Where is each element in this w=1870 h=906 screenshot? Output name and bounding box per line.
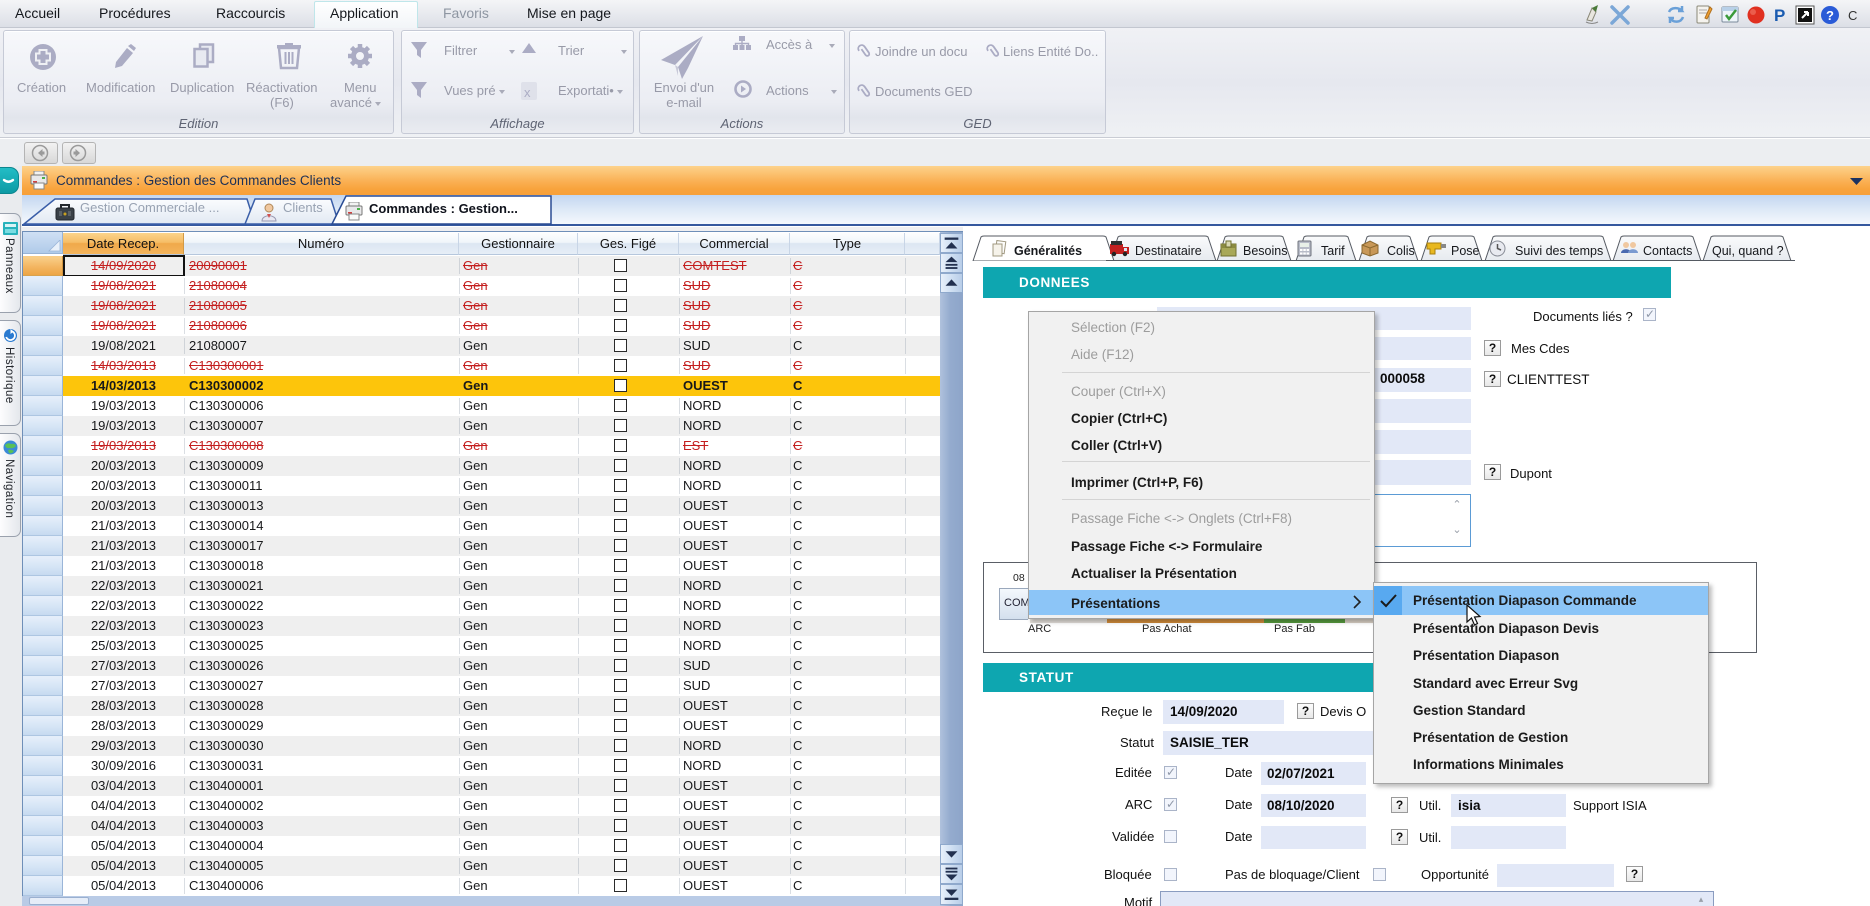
svg-text:?: ? xyxy=(1826,8,1834,23)
svg-text:x: x xyxy=(524,85,531,100)
svg-text:C: C xyxy=(1848,8,1857,23)
svg-text:P: P xyxy=(1774,6,1785,25)
